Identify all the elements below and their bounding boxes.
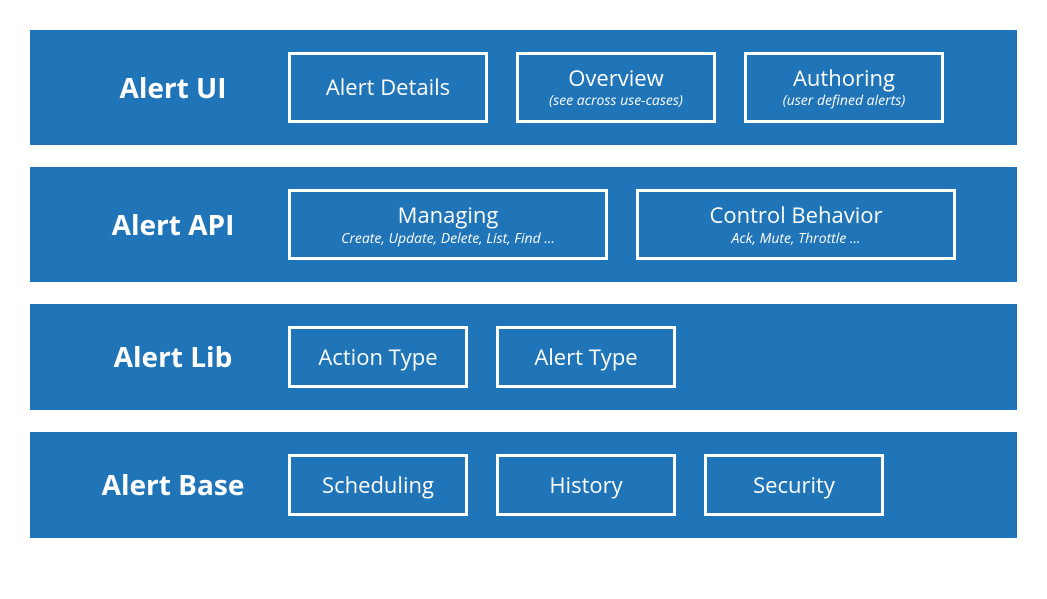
box-history: History [496, 454, 676, 516]
box-subtitle: Create, Update, Delete, List, Find ... [341, 231, 555, 248]
box-title: Alert Details [326, 74, 450, 100]
box-title: Security [753, 472, 835, 498]
layer-title: Alert Lib [58, 338, 288, 376]
box-alert-details: Alert Details [288, 52, 488, 123]
layer-boxes: Scheduling History Security [288, 454, 989, 516]
layer-alert-lib: Alert Lib Action Type Alert Type [30, 304, 1017, 410]
box-overview: Overview (see across use-cases) [516, 52, 716, 123]
layer-title: Alert Base [58, 466, 288, 504]
box-title: Overview [568, 65, 663, 91]
box-title: Action Type [318, 344, 437, 370]
layer-boxes: Action Type Alert Type [288, 326, 989, 388]
box-subtitle: (user defined alerts) [783, 93, 906, 110]
box-title: Alert Type [534, 344, 637, 370]
layer-title: Alert UI [58, 69, 288, 107]
box-control-behavior: Control Behavior Ack, Mute, Throttle ... [636, 189, 956, 260]
box-action-type: Action Type [288, 326, 468, 388]
layer-alert-base: Alert Base Scheduling History Security [30, 432, 1017, 538]
box-managing: Managing Create, Update, Delete, List, F… [288, 189, 608, 260]
layer-boxes: Alert Details Overview (see across use-c… [288, 52, 989, 123]
box-scheduling: Scheduling [288, 454, 468, 516]
box-subtitle: (see across use-cases) [549, 93, 683, 110]
layer-alert-api: Alert API Managing Create, Update, Delet… [30, 167, 1017, 282]
box-security: Security [704, 454, 884, 516]
box-title: History [549, 472, 622, 498]
box-title: Control Behavior [710, 202, 883, 228]
box-subtitle: Ack, Mute, Throttle ... [731, 231, 860, 248]
box-title: Scheduling [322, 472, 434, 498]
layer-title: Alert API [58, 206, 288, 244]
box-authoring: Authoring (user defined alerts) [744, 52, 944, 123]
layer-alert-ui: Alert UI Alert Details Overview (see acr… [30, 30, 1017, 145]
box-title: Authoring [793, 65, 895, 91]
box-title: Managing [398, 202, 499, 228]
layer-boxes: Managing Create, Update, Delete, List, F… [288, 189, 989, 260]
box-alert-type: Alert Type [496, 326, 676, 388]
